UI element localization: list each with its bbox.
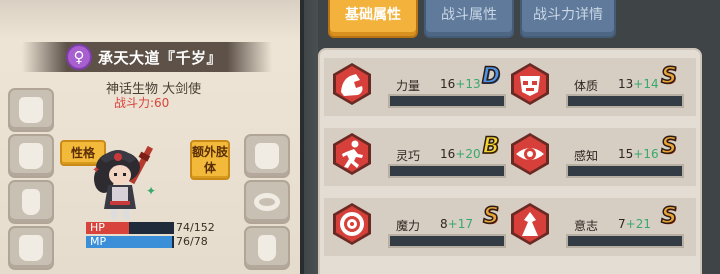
boots-icon <box>22 189 40 215</box>
svg-text:✦: ✦ <box>146 184 156 198</box>
stat-grade-badge: S <box>660 63 677 90</box>
ring-icon <box>254 193 280 211</box>
gloves-slot[interactable] <box>8 134 54 178</box>
stat-value: 16+13 <box>440 77 481 91</box>
stat-bonus-value: +21 <box>625 217 651 231</box>
boots-slot[interactable] <box>8 180 54 224</box>
stat-bonus-value: +16 <box>633 147 659 161</box>
svg-text:✦: ✦ <box>92 165 100 176</box>
character-sprite: ✦ ✦ <box>92 145 156 219</box>
tab-basic-attributes[interactable]: 基础属性 <box>328 0 418 38</box>
character-power: 战斗力:60 <box>114 96 170 110</box>
ring-slot[interactable] <box>244 180 290 224</box>
greaves-icon <box>258 235 276 261</box>
stat-base-value: 15 <box>618 147 634 161</box>
stat-base-value: 13 <box>618 77 634 91</box>
stat-progress-bar <box>388 164 506 178</box>
greaves-slot[interactable] <box>244 226 290 270</box>
perception-icon <box>511 133 549 175</box>
stat-progress-bar <box>388 234 506 248</box>
stat-value: 13+14 <box>618 77 659 91</box>
stat-progress-bar <box>566 94 684 108</box>
female-gender-icon: ♀ <box>66 44 92 70</box>
willpower-icon <box>511 203 549 245</box>
stat-name: 灵巧 <box>396 149 421 163</box>
gloves-icon <box>19 143 43 169</box>
stat-base-value: 16 <box>440 147 456 161</box>
extra-limb-button[interactable]: 额外肢体 <box>190 140 230 180</box>
helmet-icon <box>19 97 43 123</box>
background-scene <box>300 0 318 274</box>
stat-value: 15+16 <box>618 147 659 161</box>
hp-label: HP <box>90 221 105 234</box>
stat-name: 魔力 <box>396 219 421 233</box>
strength-icon <box>333 63 371 105</box>
stat-progress-bar <box>388 94 506 108</box>
stat-base-value: 8 <box>440 217 448 231</box>
stat-progress-bar <box>566 234 684 248</box>
stat-grade-badge: B <box>482 133 500 160</box>
tab-combat-attributes[interactable]: 战斗属性 <box>424 0 514 38</box>
stat-value: 7+21 <box>618 217 651 231</box>
stat-bonus-value: +20 <box>455 147 481 161</box>
stat-grade-badge: S <box>660 133 677 160</box>
stat-name: 意志 <box>574 219 599 233</box>
stat-name: 感知 <box>574 149 599 163</box>
mp-label: MP <box>90 235 107 248</box>
stat-grade-badge: D <box>481 63 501 90</box>
constitution-icon <box>511 63 549 105</box>
stat-value: 8+17 <box>440 217 473 231</box>
magic-icon <box>333 203 371 245</box>
armor-icon <box>19 235 43 261</box>
mp-value: 76/78 <box>176 235 208 248</box>
hp-value: 74/152 <box>176 221 215 234</box>
armor-slot[interactable] <box>8 226 54 270</box>
stat-name: 力量 <box>396 79 421 93</box>
stat-bonus-value: +13 <box>455 77 481 91</box>
stat-base-value: 7 <box>618 217 626 231</box>
cloak-icon <box>255 143 279 169</box>
stat-grade-badge: S <box>482 203 499 230</box>
stat-bonus-value: +14 <box>633 77 659 91</box>
stat-name: 体质 <box>574 79 599 93</box>
cloak-slot[interactable] <box>244 134 290 178</box>
stat-progress-bar <box>566 164 684 178</box>
stat-grade-badge: S <box>660 203 677 230</box>
character-name: 承天大道『千岁』 <box>98 49 223 67</box>
stat-base-value: 16 <box>440 77 456 91</box>
helmet-slot[interactable] <box>8 88 54 132</box>
agility-icon <box>333 133 371 175</box>
stat-bonus-value: +17 <box>447 217 473 231</box>
tab-power-details[interactable]: 战斗力详情 <box>520 0 616 38</box>
stat-value: 16+20 <box>440 147 481 161</box>
